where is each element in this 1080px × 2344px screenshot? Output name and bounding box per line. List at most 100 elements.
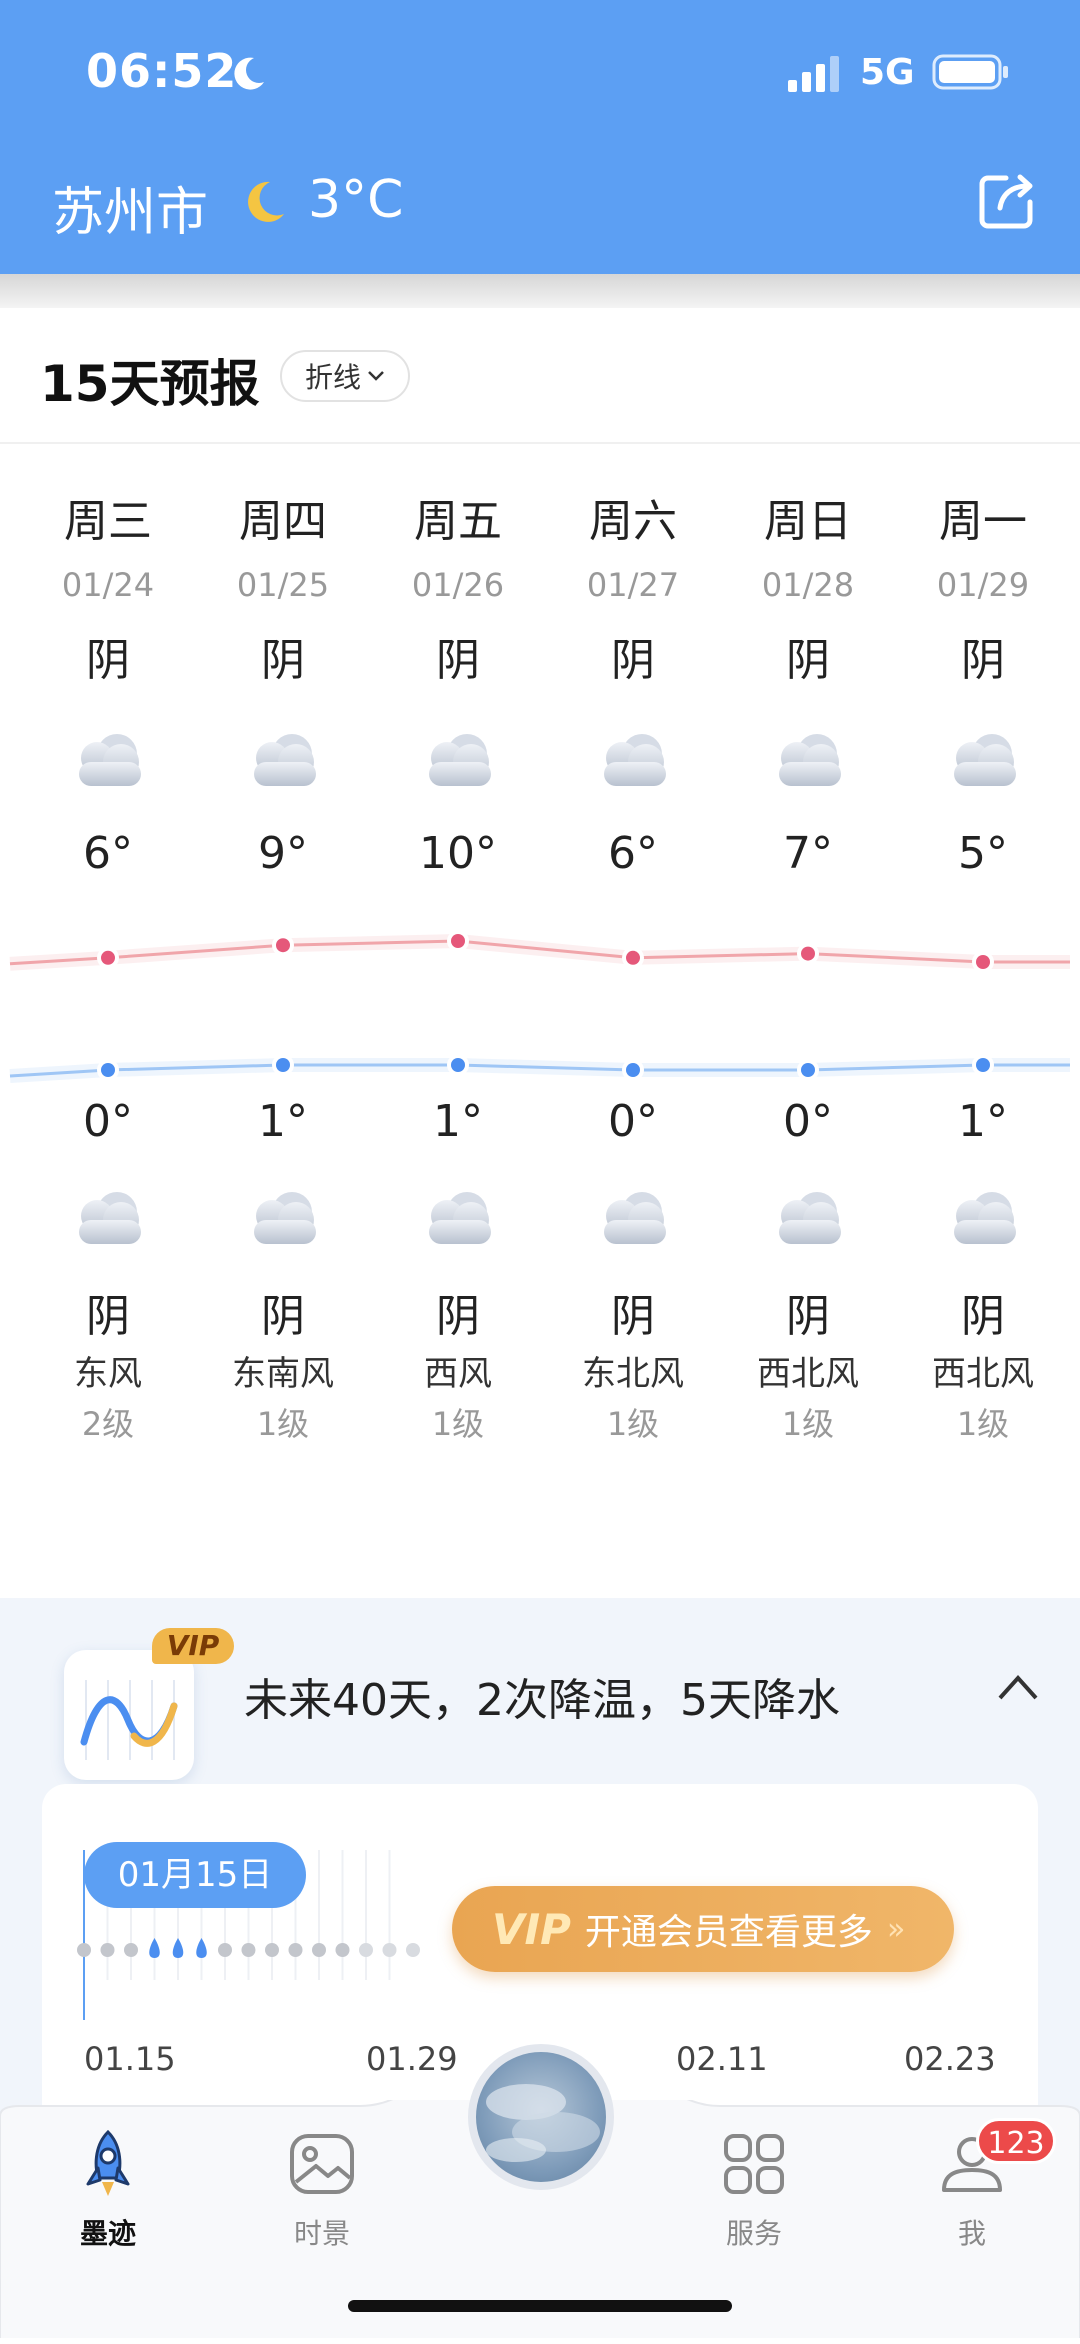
cloudy-icon <box>429 1192 491 1244</box>
timeline-axis-label: 02.11 <box>676 2040 768 2078</box>
forecast-40-day-summary[interactable]: 未来40天，2次降温，5天降水 <box>244 1664 840 1728</box>
no-rain-dot <box>335 1943 350 1957</box>
wind-level: 1级 <box>256 1405 310 1443</box>
no-rain-dot <box>77 1943 91 1957</box>
date-label: 01/25 <box>236 566 330 604</box>
timeline-axis-label: 01.15 <box>84 2040 176 2078</box>
open-vip-mark: VIP <box>492 1904 571 1954</box>
low-temp-line-point <box>101 1063 115 1077</box>
center-photo-button[interactable] <box>468 2044 614 2190</box>
night-condition: 阴 <box>961 1291 1005 1342</box>
forecast-night-column[interactable]: 0° 阴 东北风 1级 <box>548 1096 718 1445</box>
high-temp: 5° <box>958 828 1008 879</box>
forecast-day-column[interactable]: 周一 01/29 阴 5° <box>898 490 1068 884</box>
date-label: 01/26 <box>411 566 505 604</box>
cloudy-icon <box>254 734 316 786</box>
battery-icon <box>932 54 1008 90</box>
low-temp-line-point <box>626 1063 640 1077</box>
cloudy-icon <box>954 734 1016 786</box>
low-temp: 1° <box>958 1096 1008 1147</box>
chevron-up-icon[interactable] <box>996 1672 1040 1702</box>
chart-mode-dropdown[interactable]: 折线 <box>280 350 410 402</box>
sky-photo-icon <box>486 2084 600 2162</box>
forecast-day-column[interactable]: 周四 01/25 阴 9° <box>198 490 368 884</box>
high-temp-line-point <box>276 938 290 953</box>
forecast-night-column[interactable]: 0° 阴 西北风 1级 <box>723 1096 893 1445</box>
forecast-title: 15天预报 <box>40 355 260 413</box>
cloudy-icon <box>604 734 666 786</box>
low-temp-line-point <box>276 1058 290 1072</box>
high-temp: 7° <box>783 828 833 879</box>
high-temp: 6° <box>83 828 133 879</box>
divider <box>0 442 1080 444</box>
forecast-night-column[interactable]: 1° 阴 西风 1级 <box>373 1096 543 1445</box>
cloudy-icon <box>429 734 491 786</box>
no-rain-dot <box>312 1943 326 1957</box>
weekday-label: 周一 <box>939 496 1027 547</box>
wind-direction: 西北风 <box>932 1354 1034 1394</box>
forecast-day-column[interactable]: 周日 01/28 阴 7° <box>723 490 893 884</box>
vip-badge: VIP <box>152 1628 234 1664</box>
night-condition: 阴 <box>436 1291 480 1342</box>
open-vip-button[interactable]: VIP 开通会员查看更多 » <box>452 1886 954 1972</box>
forecast-night-column[interactable]: 0° 阴 东风 2级 <box>23 1096 193 1445</box>
moon-icon <box>234 57 264 90</box>
low-temp: 0° <box>783 1096 833 1147</box>
night-condition: 阴 <box>86 1291 130 1342</box>
low-temp: 0° <box>83 1096 133 1147</box>
weekday-label: 周日 <box>764 496 852 547</box>
night-condition: 阴 <box>611 1291 655 1342</box>
temperature-curves <box>9 930 1070 1083</box>
cloudy-icon <box>254 1192 316 1244</box>
night-condition: 阴 <box>786 1291 830 1342</box>
signal-icon <box>788 56 839 92</box>
forecast-night-column[interactable]: 1° 阴 西北风 1级 <box>898 1096 1068 1445</box>
low-temp-line-point <box>801 1063 815 1077</box>
rain-drop-icon <box>149 1938 160 1958</box>
cloudy-icon <box>604 1192 666 1244</box>
high-temp: 9° <box>258 828 308 879</box>
date-label: 01/28 <box>761 566 855 604</box>
forecast-day-column[interactable]: 周三 01/24 阴 6° <box>23 490 193 884</box>
trend-icon <box>80 1680 178 1760</box>
nav-item-services[interactable]: 服务 <box>684 2128 824 2252</box>
photo-icon <box>290 2134 354 2194</box>
high-temp-line-point <box>451 934 465 948</box>
wind-direction: 西风 <box>424 1354 492 1394</box>
wind-level: 1级 <box>781 1405 835 1443</box>
low-temp: 1° <box>258 1096 308 1147</box>
high-temp-line-point <box>976 955 990 969</box>
forecast-day-column[interactable]: 周五 01/26 阴 10° <box>373 490 543 884</box>
weekday-label: 周三 <box>64 496 152 547</box>
nav-item-shijing[interactable]: 时景 <box>252 2128 392 2252</box>
grid-icon <box>724 2134 784 2194</box>
share-icon[interactable] <box>976 170 1038 232</box>
low-temp: 1° <box>433 1096 483 1147</box>
cloudy-icon <box>79 734 141 786</box>
weekday-label: 周六 <box>589 496 677 547</box>
wind-level: 1级 <box>431 1405 485 1443</box>
forecast-night-column[interactable]: 1° 阴 东南风 1级 <box>198 1096 368 1445</box>
nav-item-moji[interactable]: 墨迹 <box>38 2128 178 2252</box>
day-condition: 阴 <box>436 635 480 686</box>
timeline-axis-label: 01.29 <box>366 2040 458 2078</box>
nav-label: 服务 <box>725 2217 782 2250</box>
date-label: 01/29 <box>936 566 1030 604</box>
vip-trend-logo[interactable] <box>64 1650 194 1780</box>
cloudy-icon <box>779 1192 841 1244</box>
low-temp-line-point <box>976 1058 990 1072</box>
city-name[interactable]: 苏州市 <box>52 170 208 245</box>
app-header: 06:52 5G 苏州市 3°C <box>0 0 1080 274</box>
current-temperature: 3°C <box>308 170 404 230</box>
wind-level: 2级 <box>81 1405 135 1443</box>
forecast-day-column[interactable]: 周六 01/27 阴 6° <box>548 490 718 884</box>
cloudy-icon <box>779 734 841 786</box>
nav-label: 我 <box>957 2217 986 2250</box>
rocket-icon <box>86 2129 130 2196</box>
high-temp: 10° <box>419 828 497 879</box>
cloudy-icon <box>79 1192 141 1244</box>
nav-label: 时景 <box>293 2217 350 2250</box>
no-rain-dot <box>124 1943 138 1957</box>
home-indicator <box>348 2300 732 2312</box>
high-temp-line-point <box>626 950 640 965</box>
